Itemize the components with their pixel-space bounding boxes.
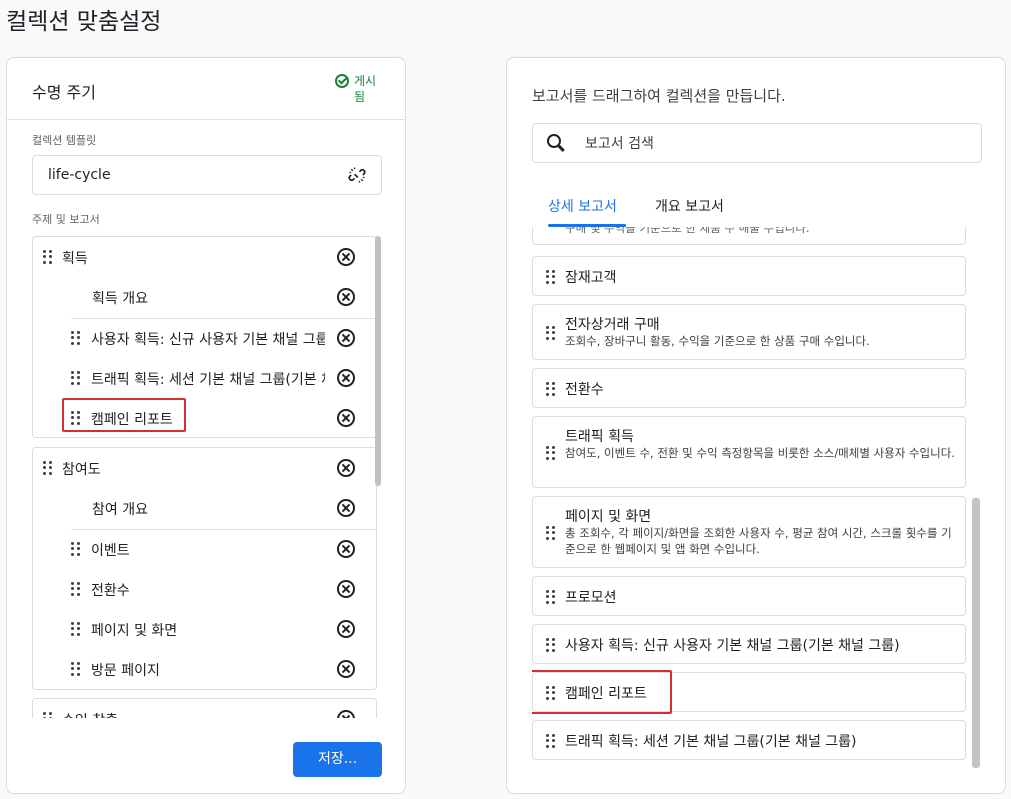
report-name: 사용자 획득: 신규 사용자 기본 채널 그룹(기본 채널 그룹): [91, 332, 325, 348]
report-card[interactable]: 사용자 획득: 신규 사용자 기본 채널 그룹(기본 채널 그룹): [532, 624, 966, 664]
check-circle-icon: [335, 74, 349, 88]
report-title: 잠재고객: [565, 270, 617, 286]
report-name: 트래픽 획득: 세션 기본 채널 그룹(기본 채널 그룹): [91, 372, 325, 388]
collection-editor-panel: 수명 주기 게시됨 컬렉션 템플릿 life-cycle 주제 및 보고서 획득…: [6, 57, 406, 794]
report-description: 구매 및 수익을 기준으로 한 제품 수 매출 수입니다.: [565, 227, 810, 235]
drag-handle-icon[interactable]: [43, 250, 52, 264]
report-card[interactable]: 프로모션: [532, 576, 966, 616]
search-input[interactable]: [583, 133, 963, 155]
report-library-panel: 보고서를 드래그하여 컬렉션을 만듭니다. 상세 보고서 개요 보고서 구매 및…: [506, 57, 1006, 794]
report-card[interactable]: 트래픽 획득 참여도, 이벤트 수, 전환 및 수익 측정항목을 비롯한 소스/…: [532, 416, 966, 488]
drag-handle-icon[interactable]: [546, 734, 555, 748]
report-card[interactable]: 잠재고객: [532, 256, 966, 296]
topic-header-row[interactable]: 참여도: [33, 448, 376, 488]
report-card[interactable]: 전자상거래 구매 조회수, 장바구니 활동, 수익을 기준으로 한 상품 구매 …: [532, 304, 966, 360]
report-row[interactable]: 방문 페이지: [33, 649, 376, 689]
report-row[interactable]: 이벤트: [33, 529, 376, 569]
report-name: 전환수: [91, 583, 130, 599]
drag-handle-icon[interactable]: [71, 622, 80, 636]
unlink-icon[interactable]: [347, 165, 367, 185]
topic-group[interactable]: 참여도 참여 개요 이벤트 전환수 페이지 및 화면 방문 페이지: [32, 447, 377, 690]
topics-list[interactable]: 획득 획득 개요 사용자 획득: 신규 사용자 기본 채널 그룹(기본 채널 그…: [32, 236, 382, 718]
remove-icon[interactable]: [337, 329, 355, 347]
drag-handle-icon[interactable]: [43, 461, 52, 475]
remove-icon[interactable]: [337, 459, 355, 477]
topic-name: 참여도: [62, 462, 101, 478]
drag-handle-icon[interactable]: [546, 446, 555, 460]
report-title: 트래픽 획득: [565, 429, 634, 445]
drag-handle-icon[interactable]: [546, 270, 555, 284]
report-title: 트래픽 획득: 세션 기본 채널 그룹(기본 채널 그룹): [565, 734, 857, 750]
report-card[interactable]: 트래픽 획득: 세션 기본 채널 그룹(기본 채널 그룹): [532, 720, 966, 760]
remove-icon[interactable]: [337, 369, 355, 387]
report-title: 프로모션: [565, 590, 617, 606]
report-title: 전환수: [565, 382, 604, 398]
remove-icon[interactable]: [337, 580, 355, 598]
highlight-box: [532, 670, 672, 714]
drag-handle-icon[interactable]: [546, 326, 555, 340]
search-icon: [547, 134, 567, 154]
remove-icon[interactable]: [337, 660, 355, 678]
drag-handle-icon[interactable]: [546, 638, 555, 652]
scrollbar[interactable]: [375, 236, 381, 486]
drag-handle-icon[interactable]: [71, 331, 80, 345]
remove-icon[interactable]: [337, 710, 355, 718]
remove-icon[interactable]: [337, 499, 355, 517]
remove-icon[interactable]: [337, 288, 355, 306]
collection-header: 수명 주기 게시됨: [7, 58, 405, 120]
drag-handle-icon[interactable]: [546, 526, 555, 540]
drag-handle-icon[interactable]: [71, 542, 80, 556]
remove-icon[interactable]: [337, 620, 355, 638]
remove-icon[interactable]: [337, 248, 355, 266]
published-status: 게시됨: [354, 74, 377, 104]
collection-title[interactable]: 수명 주기: [32, 79, 96, 103]
report-name: 페이지 및 화면: [91, 623, 178, 639]
highlight-box: [62, 398, 186, 432]
report-row[interactable]: 전환수: [33, 569, 376, 609]
drag-handle-icon[interactable]: [546, 590, 555, 604]
scrollbar[interactable]: [972, 498, 980, 768]
drag-handle-icon[interactable]: [71, 662, 80, 676]
report-list[interactable]: 구매 및 수익을 기준으로 한 제품 수 매출 수입니다. 잠재고객 전자상거래…: [532, 227, 972, 771]
tab-overview-reports[interactable]: 개요 보고서: [655, 196, 724, 216]
drag-handle-icon[interactable]: [43, 712, 52, 718]
report-card[interactable]: 구매 및 수익을 기준으로 한 제품 수 매출 수입니다.: [532, 227, 966, 245]
report-description: 총 조회수, 각 페이지/화면을 조회한 사용자 수, 평균 참여 시간, 스크…: [565, 526, 952, 556]
template-field: life-cycle: [32, 155, 382, 195]
drag-handle-icon[interactable]: [71, 371, 80, 385]
report-name: 참여 개요: [92, 502, 148, 518]
instructions-text: 보고서를 드래그하여 컬렉션을 만듭니다.: [532, 87, 786, 105]
topics-label: 주제 및 보고서: [32, 213, 100, 226]
save-button[interactable]: 저장...: [293, 742, 382, 777]
report-title: 페이지 및 화면: [565, 509, 652, 525]
report-card[interactable]: 전환수: [532, 368, 966, 408]
topic-group[interactable]: 수익 창출: [32, 698, 377, 718]
template-label: 컬렉션 템플릿: [32, 134, 97, 147]
topic-name: 획득: [62, 251, 88, 267]
tab-detail-reports[interactable]: 상세 보고서: [548, 196, 617, 216]
report-description: 참여도, 이벤트 수, 전환 및 수익 측정항목을 비롯한 소스/매체별 사용자…: [565, 446, 955, 460]
report-row[interactable]: 참여 개요: [33, 488, 376, 528]
report-row[interactable]: 페이지 및 화면: [33, 609, 376, 649]
report-row[interactable]: 사용자 획득: 신규 사용자 기본 채널 그룹(기본 채널 그룹): [33, 318, 376, 358]
report-description: 조회수, 장바구니 활동, 수익을 기준으로 한 상품 구매 수입니다.: [565, 334, 870, 348]
topic-name: 수익 창출: [62, 710, 118, 718]
remove-icon[interactable]: [337, 540, 355, 558]
report-title: 사용자 획득: 신규 사용자 기본 채널 그룹(기본 채널 그룹): [565, 638, 900, 654]
page-title: 컬렉션 맞춤설정: [6, 9, 162, 35]
search-field[interactable]: [532, 123, 982, 163]
topic-header-row[interactable]: 수익 창출: [33, 699, 376, 718]
report-row[interactable]: 획득 개요: [33, 277, 376, 317]
template-value: life-cycle: [48, 167, 111, 183]
topic-header-row[interactable]: 획득: [33, 237, 376, 277]
report-name: 획득 개요: [92, 291, 148, 307]
report-name: 이벤트: [91, 543, 130, 559]
report-card[interactable]: 페이지 및 화면 총 조회수, 각 페이지/화면을 조회한 사용자 수, 평균 …: [532, 496, 966, 568]
drag-handle-icon[interactable]: [71, 582, 80, 596]
remove-icon[interactable]: [337, 409, 355, 427]
drag-handle-icon[interactable]: [546, 382, 555, 396]
report-row[interactable]: 트래픽 획득: 세션 기본 채널 그룹(기본 채널 그룹): [33, 358, 376, 398]
report-name: 방문 페이지: [91, 663, 160, 679]
report-title: 전자상거래 구매: [565, 317, 660, 333]
